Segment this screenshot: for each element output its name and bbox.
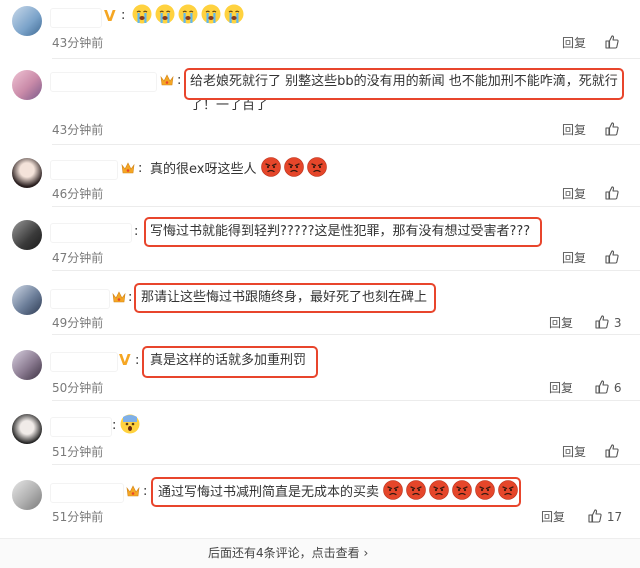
colon-separator: :	[112, 418, 117, 433]
reply-button[interactable]: 回复	[549, 380, 573, 396]
avatar[interactable]	[12, 414, 42, 444]
thumbs-up-icon	[604, 121, 620, 137]
comment-time: 43分钟前	[52, 36, 104, 50]
reply-button[interactable]: 回复	[562, 122, 586, 138]
comment-time: 50分钟前	[52, 381, 104, 395]
thumbs-up-icon	[594, 379, 610, 395]
comment-item: : 真的很ex呀这些人 46分钟前 回复	[0, 144, 640, 206]
comment-text-body: 真的很ex呀这些人	[150, 162, 257, 177]
scared-face-icon	[120, 414, 140, 434]
colon-separator: :	[143, 484, 148, 499]
more-comments-bar[interactable]: 后面还有4条评论，点击查看 ›	[0, 538, 640, 568]
comment-text: 真的很ex呀这些人	[150, 157, 330, 182]
thumbs-up-icon	[594, 314, 610, 330]
like-button[interactable]	[604, 185, 620, 202]
username[interactable]	[50, 8, 102, 28]
avatar[interactable]	[12, 158, 42, 188]
thumbs-up-icon	[604, 34, 620, 50]
comment-item: V : 43分钟前 回复	[0, 0, 640, 58]
like-button[interactable]	[604, 443, 620, 460]
like-count: 17	[606, 510, 623, 524]
comment-item: : 51分钟前 回复	[0, 400, 640, 464]
like-count: 3	[613, 316, 622, 330]
thumbs-up-icon	[604, 185, 620, 201]
comment-text	[120, 414, 143, 439]
avatar[interactable]	[12, 480, 42, 510]
like-button[interactable]	[604, 121, 620, 138]
colon-separator: :	[121, 8, 126, 23]
comment-time: 51分钟前	[52, 445, 104, 459]
avatar[interactable]	[12, 6, 42, 36]
like-button[interactable]: 3	[594, 314, 621, 331]
avatar[interactable]	[12, 70, 42, 100]
verified-badge-icon: V	[104, 7, 116, 25]
thumbs-up-icon	[604, 443, 620, 459]
username[interactable]	[50, 417, 112, 437]
highlight-box	[134, 283, 436, 313]
like-count: 6	[613, 381, 622, 395]
angry-face-icon	[261, 157, 281, 177]
crying-face-icon	[201, 4, 221, 24]
crying-face-icon	[178, 4, 198, 24]
comment-time: 46分钟前	[52, 187, 104, 201]
colon-separator: :	[134, 224, 139, 239]
comment-item: : 通过写悔过书减刑简直是无成本的买卖 51分钟前 回复 17	[0, 464, 640, 538]
angry-face-icon	[284, 157, 304, 177]
colon-separator: :	[135, 353, 140, 368]
username[interactable]	[50, 289, 110, 309]
highlight-box	[144, 217, 542, 247]
crying-face-icon	[155, 4, 175, 24]
angry-face-icon	[307, 157, 327, 177]
highlight-box	[184, 68, 624, 100]
comment-text	[132, 4, 247, 29]
comment-time: 49分钟前	[52, 316, 104, 330]
colon-separator: :	[128, 290, 133, 305]
reply-button[interactable]: 回复	[562, 186, 586, 202]
comment-time: 51分钟前	[52, 510, 104, 524]
crying-face-icon	[132, 4, 152, 24]
verified-badge-icon: V	[119, 351, 131, 369]
thumbs-up-icon	[604, 249, 620, 265]
avatar[interactable]	[12, 220, 42, 250]
like-button[interactable]	[604, 249, 620, 266]
avatar[interactable]	[12, 350, 42, 380]
comment-time: 47分钟前	[52, 251, 104, 265]
highlight-box	[151, 477, 521, 507]
comment-item: : 写悔过书就能得到轻判?????这是性犯罪，那有没有想过受害者??? 47分钟…	[0, 206, 640, 270]
colon-separator: :	[138, 161, 143, 176]
colon-separator: :	[177, 73, 182, 88]
more-comments-link[interactable]: 后面还有4条评论，点击查看 ›	[208, 544, 368, 561]
crown-badge-icon	[121, 162, 135, 174]
reply-button[interactable]: 回复	[549, 315, 573, 331]
username[interactable]	[50, 352, 118, 372]
reply-button[interactable]: 回复	[562, 250, 586, 266]
highlight-box	[142, 346, 318, 378]
reply-button[interactable]: 回复	[541, 509, 565, 525]
username[interactable]	[50, 72, 157, 92]
username[interactable]	[50, 223, 132, 243]
crying-face-icon	[224, 4, 244, 24]
like-button[interactable]: 6	[594, 379, 621, 396]
comment-item: : 给老娘死就行了 别整这些bb的没有用的新闻 也不能加刑不能咋滴，死就行了！一…	[0, 58, 640, 144]
crown-badge-icon	[112, 291, 126, 303]
username[interactable]	[50, 483, 124, 503]
comment-item: : 那请让这些悔过书跟随终身，最好死了也刻在碑上 49分钟前 回复 3	[0, 270, 640, 334]
thumbs-up-icon	[587, 508, 603, 524]
like-button[interactable]	[604, 34, 620, 51]
comment-time: 43分钟前	[52, 123, 104, 137]
reply-button[interactable]: 回复	[562, 444, 586, 460]
crown-badge-icon	[160, 74, 174, 86]
username[interactable]	[50, 160, 118, 180]
like-button[interactable]: 17	[587, 508, 622, 525]
reply-button[interactable]: 回复	[562, 35, 586, 51]
avatar[interactable]	[12, 285, 42, 315]
crown-badge-icon	[126, 485, 140, 497]
comment-item: V : 真是这样的话就多加重刑罚 50分钟前 回复 6	[0, 334, 640, 400]
